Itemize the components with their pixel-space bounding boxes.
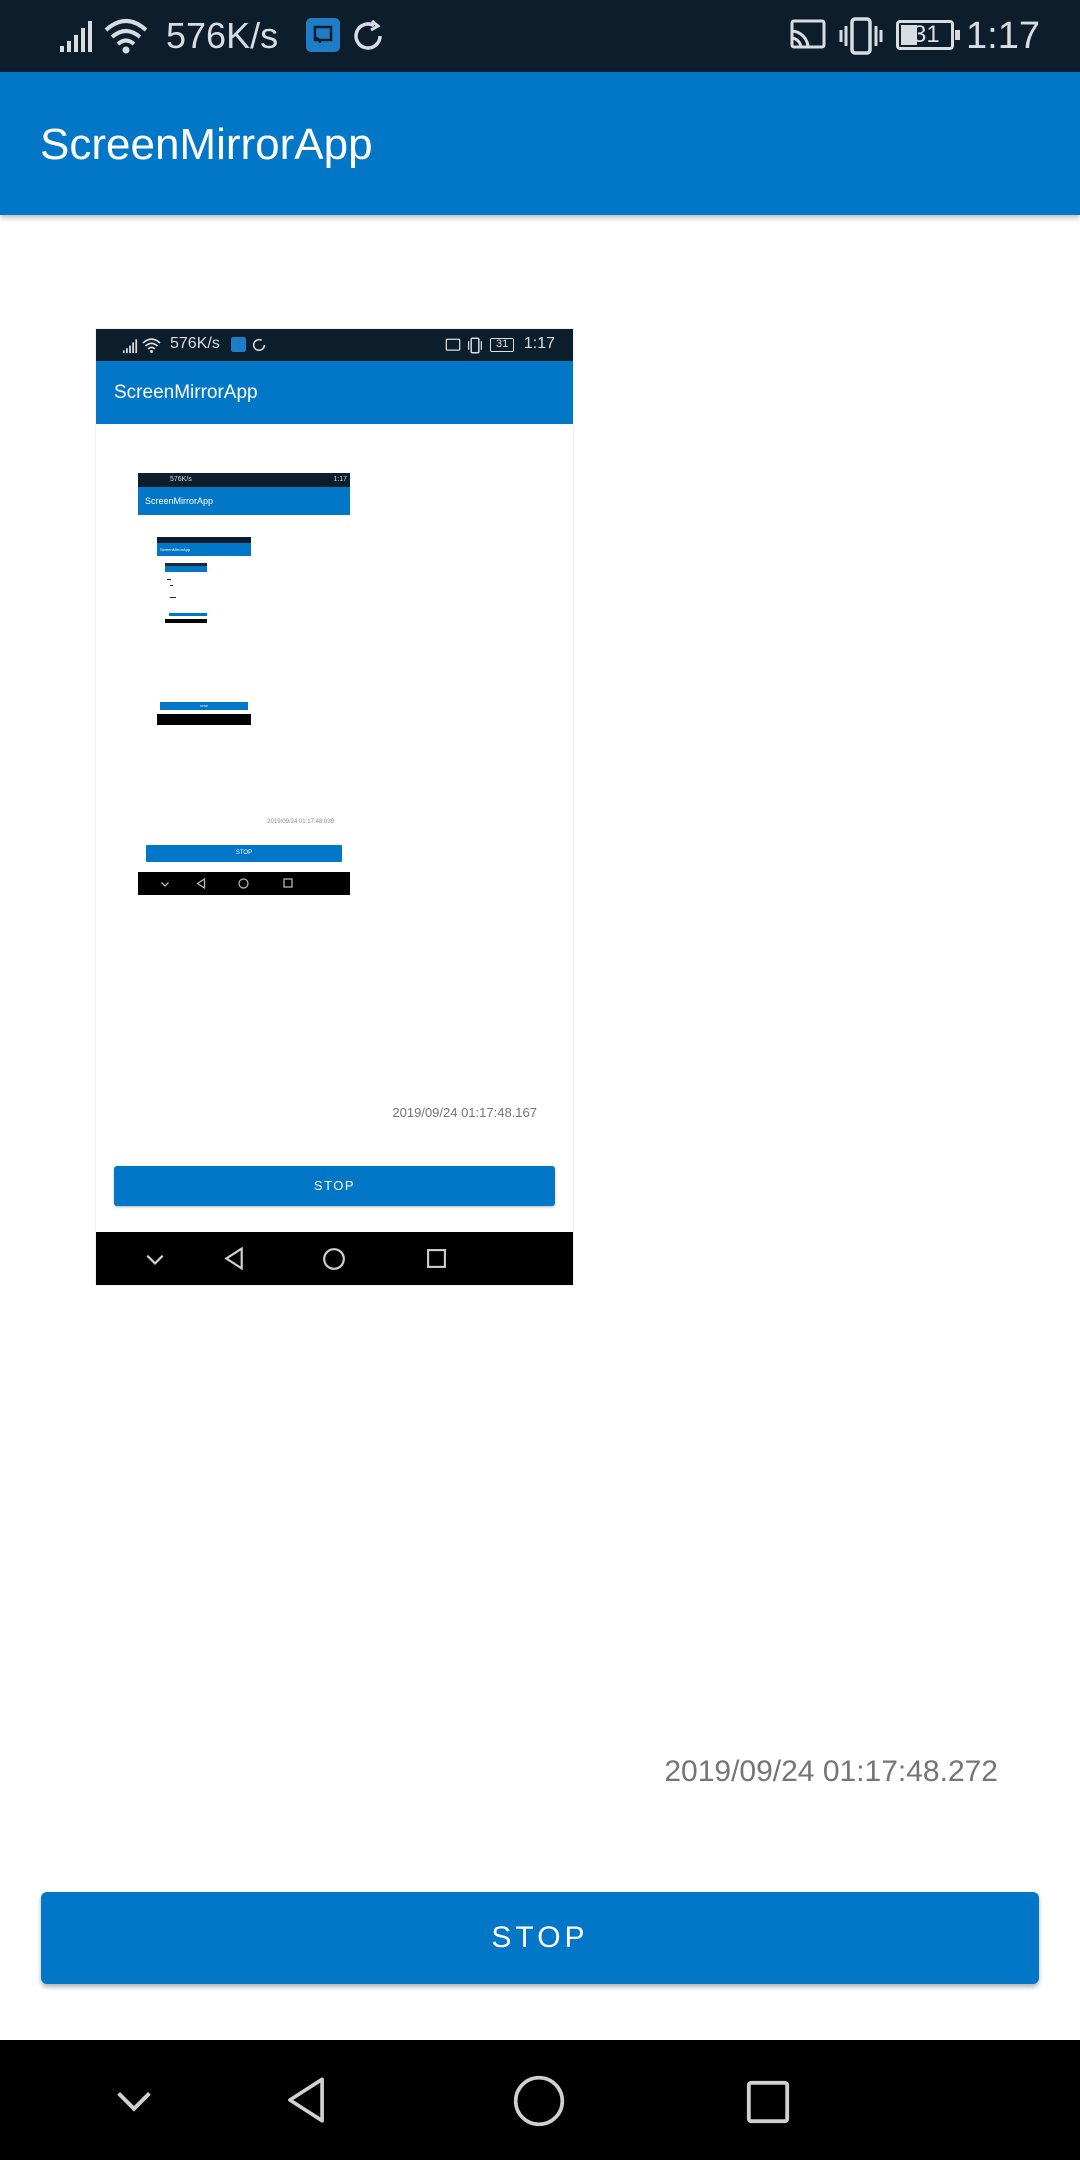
cellular-signal-icon xyxy=(60,21,92,52)
level3-stop-button: STOP xyxy=(160,702,248,710)
nested-status-time: 1:17 xyxy=(333,476,347,483)
mirror-status-bar: 576K/s 31 1:17 xyxy=(96,329,573,361)
level3-timestamp: · xyxy=(244,690,245,694)
mirror-status-time: 1:17 xyxy=(523,335,555,352)
mirror-battery-level: 31 xyxy=(496,338,509,350)
battery-level: 31 xyxy=(913,21,940,48)
screen-cast-icon xyxy=(790,19,826,49)
nested-back-icon xyxy=(196,878,206,889)
nested-app-title: ScreenMirrorApp xyxy=(145,496,214,506)
timestamp-label: 2019/09/24 01:17:48.272 xyxy=(664,1755,998,1788)
recents-icon[interactable] xyxy=(744,2078,792,2126)
mirror-timestamp: 2019/09/24 01:17:48.167 xyxy=(392,1105,537,1120)
nested-home-icon xyxy=(238,878,249,889)
level3-app-bar: ScreenMirrorApp xyxy=(157,543,251,556)
sync-icon xyxy=(354,19,382,50)
mirror-stop-button: STOP xyxy=(114,1166,555,1206)
network-speed: 576K/s xyxy=(166,15,279,56)
mirror-recents-icon xyxy=(427,1249,446,1268)
mirror-chevron-down-icon xyxy=(146,1254,164,1265)
mirror-screen-cast-icon xyxy=(445,338,461,351)
nested-status-bar: 576K/s 1:17 xyxy=(138,473,350,487)
nested-stop-button: STOP xyxy=(146,845,342,862)
level4-stop-button xyxy=(169,613,207,616)
level4-app-bar xyxy=(165,566,207,572)
wifi-icon xyxy=(104,19,148,54)
mirror-app-bar: ScreenMirrorApp xyxy=(96,361,573,424)
nested-timestamp: 2019/09/24 01:17:48.039 xyxy=(267,819,334,825)
nested-nav-bar xyxy=(138,872,350,895)
app-bar: ScreenMirrorApp xyxy=(0,72,1080,215)
status-bar: 576K/s 31 1:17 xyxy=(0,0,1080,72)
stop-button[interactable]: STOP xyxy=(41,1892,1039,1984)
status-time: 1:17 xyxy=(966,15,1040,57)
mirror-battery-icon: 31 xyxy=(490,338,514,352)
app-title: ScreenMirrorApp xyxy=(40,120,373,169)
chevron-down-icon[interactable] xyxy=(112,2078,156,2122)
mirror-vibrate-icon xyxy=(467,337,483,354)
back-icon[interactable] xyxy=(283,2074,329,2126)
mirror-sync-icon xyxy=(252,338,266,352)
nested-network-speed: 576K/s xyxy=(170,476,192,483)
level5-fragment xyxy=(170,585,173,586)
mirror-app-title: ScreenMirrorApp xyxy=(114,382,258,403)
level5-fragment xyxy=(170,597,176,598)
vibrate-icon xyxy=(839,17,883,55)
navigation-bar xyxy=(0,2040,1080,2160)
battery-icon: 31 xyxy=(896,20,960,50)
nested-mirror-preview-level3: ScreenMirrorApp · STOP xyxy=(157,537,251,725)
nested-recents-icon xyxy=(283,878,293,888)
level5-fragment xyxy=(167,579,171,580)
nested-app-bar: ScreenMirrorApp xyxy=(138,487,350,515)
level3-app-title: ScreenMirrorApp xyxy=(160,547,191,552)
level4-nav-bar xyxy=(165,619,207,623)
nested-mirror-preview: 576K/s 1:17 ScreenMirrorApp ScreenMirror… xyxy=(138,473,350,895)
mirror-network-speed: 576K/s xyxy=(170,335,220,352)
level3-nav-bar xyxy=(157,714,251,725)
mirror-nav-bar xyxy=(96,1232,573,1285)
home-icon[interactable] xyxy=(512,2074,566,2128)
mirror-home-icon xyxy=(323,1248,345,1270)
mirror-cast-notification-icon xyxy=(231,337,246,352)
mirror-preview: 576K/s 31 1:17 ScreenMirrorApp 576K/s 1:… xyxy=(96,329,573,1285)
cast-notification-icon xyxy=(306,18,340,52)
mirror-back-icon xyxy=(224,1246,243,1271)
nested-chevron-down-icon xyxy=(161,882,169,887)
mirror-wifi-icon xyxy=(142,338,161,353)
mirror-cellular-signal-icon xyxy=(122,339,138,354)
